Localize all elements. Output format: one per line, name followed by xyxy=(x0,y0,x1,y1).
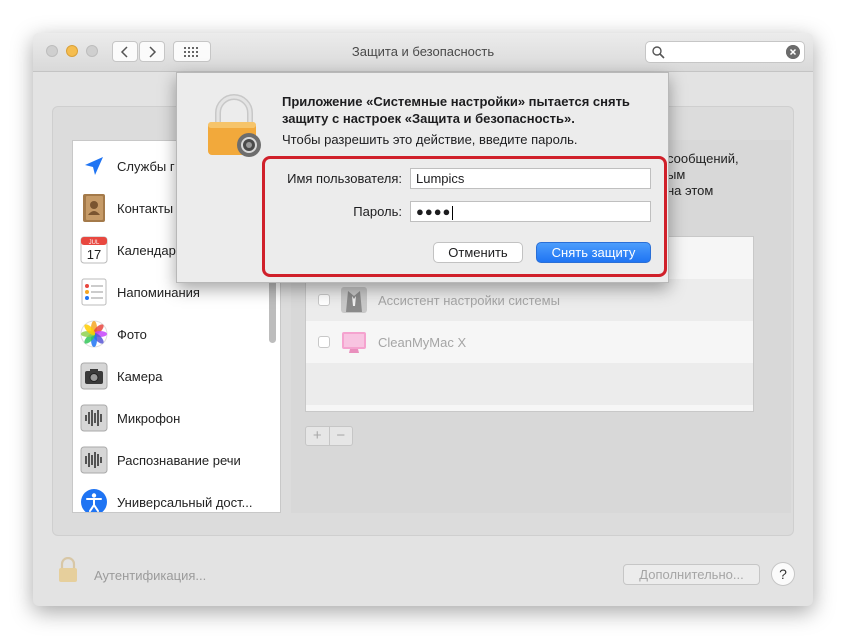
reminders-icon xyxy=(81,278,107,306)
setup-assistant-icon xyxy=(341,287,367,313)
remove-app-button[interactable]: − xyxy=(328,427,353,445)
dialog-message: Чтобы разрешить это действие, введите па… xyxy=(282,132,578,147)
search-icon xyxy=(652,46,665,59)
sidebar-item-label: Службы г xyxy=(117,158,175,174)
sidebar-item-speech-recognition[interactable]: Распознавание речи xyxy=(73,439,273,481)
sidebar-item-label: Универсальный дост... xyxy=(117,494,253,510)
sidebar-item-microphone[interactable]: Микрофон xyxy=(73,397,273,439)
help-button[interactable]: ? xyxy=(771,562,795,586)
accessibility-icon xyxy=(81,489,107,512)
list-item xyxy=(306,363,753,405)
sidebar-item-photos[interactable]: Фото xyxy=(73,313,273,355)
authentication-label: Аутентификация... xyxy=(94,568,207,583)
sidebar-item-label: Календар xyxy=(117,242,176,258)
speech-waveform-icon xyxy=(80,446,108,474)
search-input[interactable] xyxy=(645,41,805,63)
sidebar-item-camera[interactable]: Камера xyxy=(73,355,273,397)
sidebar-item-label: Напоминания xyxy=(117,284,200,300)
lock-icon xyxy=(208,94,261,157)
svg-text:JUL: JUL xyxy=(89,240,100,246)
svg-text:17: 17 xyxy=(87,247,101,262)
app-checkbox[interactable] xyxy=(318,294,330,306)
location-arrow-icon xyxy=(81,153,107,179)
cleanmymac-icon xyxy=(342,332,366,353)
app-name: Ассистент настройки системы xyxy=(378,292,560,308)
clear-search-icon[interactable] xyxy=(786,45,800,59)
contacts-book-icon xyxy=(83,194,105,222)
sidebar-item-label: Распознавание речи xyxy=(117,452,241,468)
sidebar-item-label: Микрофон xyxy=(117,410,181,426)
list-item[interactable]: CleanMyMac X xyxy=(306,321,753,363)
camera-icon xyxy=(80,362,108,390)
privacy-description-text: сообщений, ым на этом xyxy=(667,151,739,198)
lock-icon[interactable] xyxy=(57,557,79,583)
microphone-waveform-icon xyxy=(80,404,108,432)
sidebar-item-accessibility[interactable]: Универсальный дост... xyxy=(73,481,273,512)
credentials-highlight-frame xyxy=(262,156,667,277)
calendar-icon: JUL17 xyxy=(80,236,108,264)
title-bar: Защита и безопасность xyxy=(33,33,813,72)
advanced-button[interactable]: Дополнительно... xyxy=(623,564,760,585)
photos-icon xyxy=(80,320,108,348)
add-app-button[interactable]: + xyxy=(306,427,329,445)
app-checkbox[interactable] xyxy=(318,336,330,348)
sidebar-item-label: Камера xyxy=(117,368,163,384)
sidebar-item-label: Контакты xyxy=(117,200,174,216)
list-item[interactable]: Ассистент настройки системы xyxy=(306,279,753,321)
add-remove-control: + − xyxy=(305,426,353,446)
sidebar-item-label: Фото xyxy=(117,326,147,342)
dialog-title: Приложение «Системные настройки» пытаетс… xyxy=(282,94,630,126)
app-name: CleanMyMac X xyxy=(378,334,467,350)
